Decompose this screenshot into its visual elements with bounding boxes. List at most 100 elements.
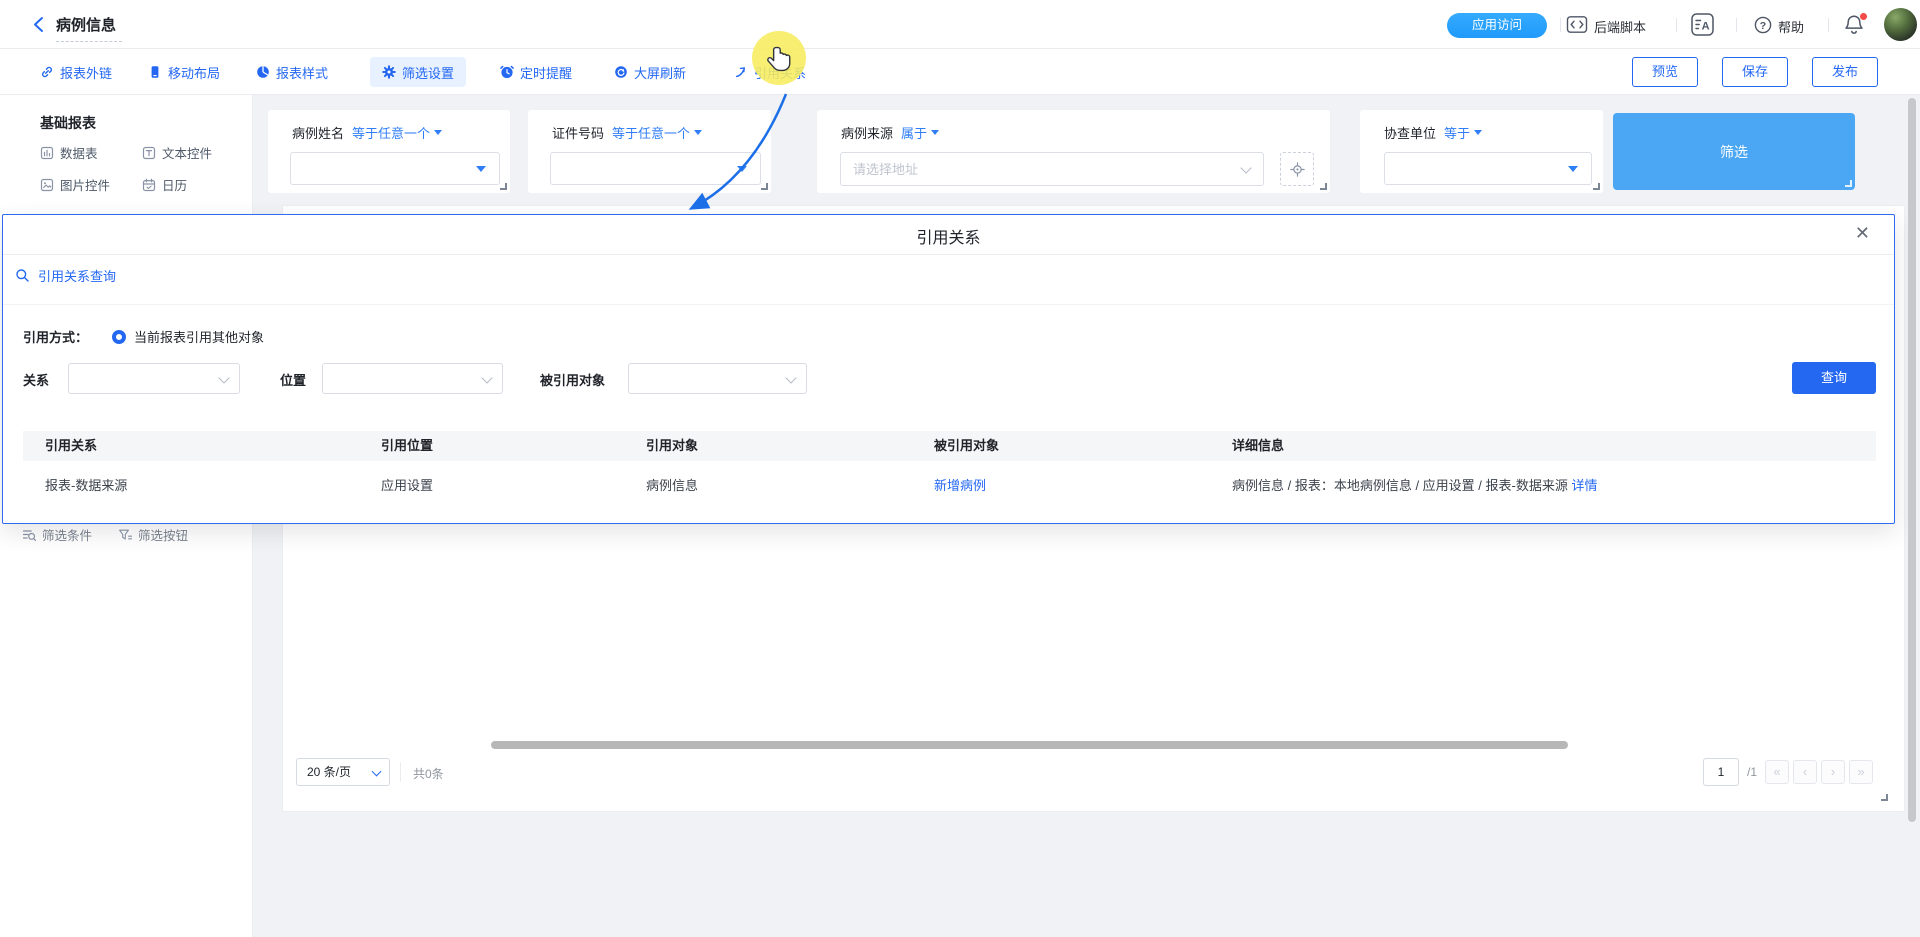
operator-dropdown[interactable]: 等于 [1444, 123, 1482, 142]
caret-down-icon [1568, 166, 1578, 172]
column-header: 详细信息 [1232, 431, 1284, 461]
tab-scheduled-reminder[interactable]: 定时提醒 [488, 57, 584, 87]
detail-text: 病例信息 / 报表：本地病例信息 / 应用设置 / 报表-数据来源 [1232, 478, 1568, 493]
divider [1736, 18, 1737, 32]
filter-label: 病例姓名 [292, 123, 344, 142]
modal-title: 引用关系 [3, 224, 1894, 248]
tab-label: 筛选设置 [402, 63, 454, 82]
resize-handle[interactable] [1320, 183, 1327, 190]
cell-detail: 病例信息 / 报表：本地病例信息 / 应用设置 / 报表-数据来源 详情 [1232, 471, 1597, 501]
cell-referenced-link[interactable]: 新增病例 [934, 471, 986, 501]
title-underline [56, 41, 122, 42]
vertical-scrollbar[interactable] [1908, 98, 1916, 822]
app-access-button[interactable]: 应用访问 [1447, 13, 1547, 38]
filter-submit-button[interactable]: 筛选 [1613, 113, 1855, 190]
sidebar-item-calendar[interactable]: 日历 [142, 175, 187, 194]
sidebar-item-label: 日历 [162, 175, 187, 194]
cell-relation: 报表-数据来源 [45, 471, 127, 501]
tab-label: 定时提醒 [520, 63, 572, 82]
filter-label: 协查单位 [1384, 123, 1436, 142]
first-page-button[interactable]: « [1765, 760, 1789, 784]
operator-dropdown[interactable]: 等于任意一个 [352, 123, 442, 142]
chevron-down-icon [218, 372, 229, 383]
resize-handle[interactable] [761, 183, 768, 190]
radio-selected[interactable] [112, 330, 126, 344]
text-widget-icon [142, 146, 156, 160]
relation-select[interactable] [68, 363, 240, 394]
address-input[interactable] [840, 152, 1264, 186]
filter-card-case-source: 病例来源 属于 [817, 110, 1330, 193]
cell-object: 病例信息 [646, 471, 698, 501]
sidebar-item-label: 文本控件 [162, 143, 212, 162]
filter-card-case-name: 病例姓名 等于任意一个 [268, 110, 510, 193]
page-size-select[interactable]: 20 条/页 [296, 758, 390, 786]
reference-icon [734, 65, 748, 79]
sidebar-item-text-widget[interactable]: 文本控件 [142, 143, 212, 162]
resize-handle[interactable] [1845, 180, 1852, 187]
operator-dropdown[interactable]: 等于任意一个 [612, 123, 702, 142]
prev-page-button[interactable]: ‹ [1793, 760, 1817, 784]
avatar[interactable] [1884, 8, 1917, 41]
resize-handle[interactable] [500, 183, 507, 190]
referenced-object-select[interactable] [628, 363, 807, 394]
filter-card-assist-unit: 协查单位 等于 [1360, 110, 1603, 193]
tab-report-style[interactable]: 报表样式 [244, 57, 340, 87]
report-toolbar: 报表外链 移动布局 报表样式 筛选设置 定时提醒 大屏刷新 引用关系 预览 保存… [0, 49, 1920, 95]
last-page-button[interactable]: » [1849, 760, 1873, 784]
gear-icon [382, 65, 396, 79]
filter-condition-icon [22, 528, 36, 542]
help-label[interactable]: 帮助 [1778, 17, 1804, 36]
sidebar-item-filter-condition[interactable]: 筛选条件 [22, 525, 92, 544]
cell-location: 应用设置 [381, 471, 433, 501]
notification-dot [1860, 13, 1867, 20]
resize-handle[interactable] [1881, 794, 1888, 801]
tab-filter-settings[interactable]: 筛选设置 [370, 57, 466, 87]
sidebar-item-image-widget[interactable]: 图片控件 [40, 175, 110, 194]
query-link-label: 引用关系查询 [38, 266, 116, 285]
query-button[interactable]: 查询 [1792, 362, 1876, 394]
tab-mobile-layout[interactable]: 移动布局 [136, 57, 232, 87]
close-icon[interactable]: ✕ [1855, 222, 1870, 244]
resize-handle[interactable] [1593, 183, 1600, 190]
case-name-select[interactable] [290, 152, 500, 185]
top-header: 病例信息 应用访问 后端脚本 A ? 帮助 [0, 0, 1920, 49]
next-page-button[interactable]: › [1821, 760, 1845, 784]
divider [3, 254, 1894, 255]
chevron-down-icon [481, 372, 492, 383]
divider [1560, 18, 1561, 32]
location-select[interactable] [322, 363, 503, 394]
alarm-icon [500, 65, 514, 79]
operator-dropdown[interactable]: 属于 [901, 123, 939, 142]
caret-down-icon [434, 130, 442, 135]
location-label: 位置 [280, 370, 306, 389]
save-button[interactable]: 保存 [1722, 57, 1788, 87]
preview-button[interactable]: 预览 [1632, 57, 1698, 87]
id-number-select[interactable] [550, 152, 761, 185]
back-icon[interactable] [32, 16, 44, 33]
sidebar-item-label: 筛选条件 [42, 525, 92, 544]
column-header: 引用对象 [646, 431, 698, 461]
language-icon[interactable]: A [1690, 12, 1715, 37]
relation-label: 关系 [23, 370, 49, 389]
sidebar-item-datatable[interactable]: 数据表 [40, 143, 98, 162]
reference-query-link[interactable]: 引用关系查询 [15, 266, 116, 285]
publish-button[interactable]: 发布 [1812, 57, 1878, 87]
caret-down-icon [1474, 130, 1482, 135]
tab-report-external-link[interactable]: 报表外链 [28, 57, 124, 87]
svg-text:?: ? [1760, 20, 1766, 32]
app-window: 病例信息 应用访问 后端脚本 A ? 帮助 报表外链 移动布局 报表样式 [0, 0, 1920, 937]
locate-button[interactable] [1280, 152, 1314, 186]
horizontal-scrollbar[interactable] [491, 741, 1568, 749]
help-icon[interactable]: ? [1754, 16, 1772, 34]
column-header: 引用关系 [45, 431, 97, 461]
mode-option-label[interactable]: 当前报表引用其他对象 [134, 327, 264, 346]
backend-script-button[interactable]: 后端脚本 [1594, 17, 1646, 36]
sidebar-item-filter-button[interactable]: 筛选按钮 [118, 525, 188, 544]
detail-link[interactable]: 详情 [1571, 478, 1597, 493]
chevron-down-icon [785, 372, 796, 383]
tab-screen-refresh[interactable]: 大屏刷新 [602, 57, 698, 87]
assist-unit-select[interactable] [1384, 152, 1592, 185]
page-number-input[interactable] [1703, 758, 1739, 786]
divider [1676, 18, 1677, 32]
code-icon[interactable] [1566, 15, 1588, 34]
